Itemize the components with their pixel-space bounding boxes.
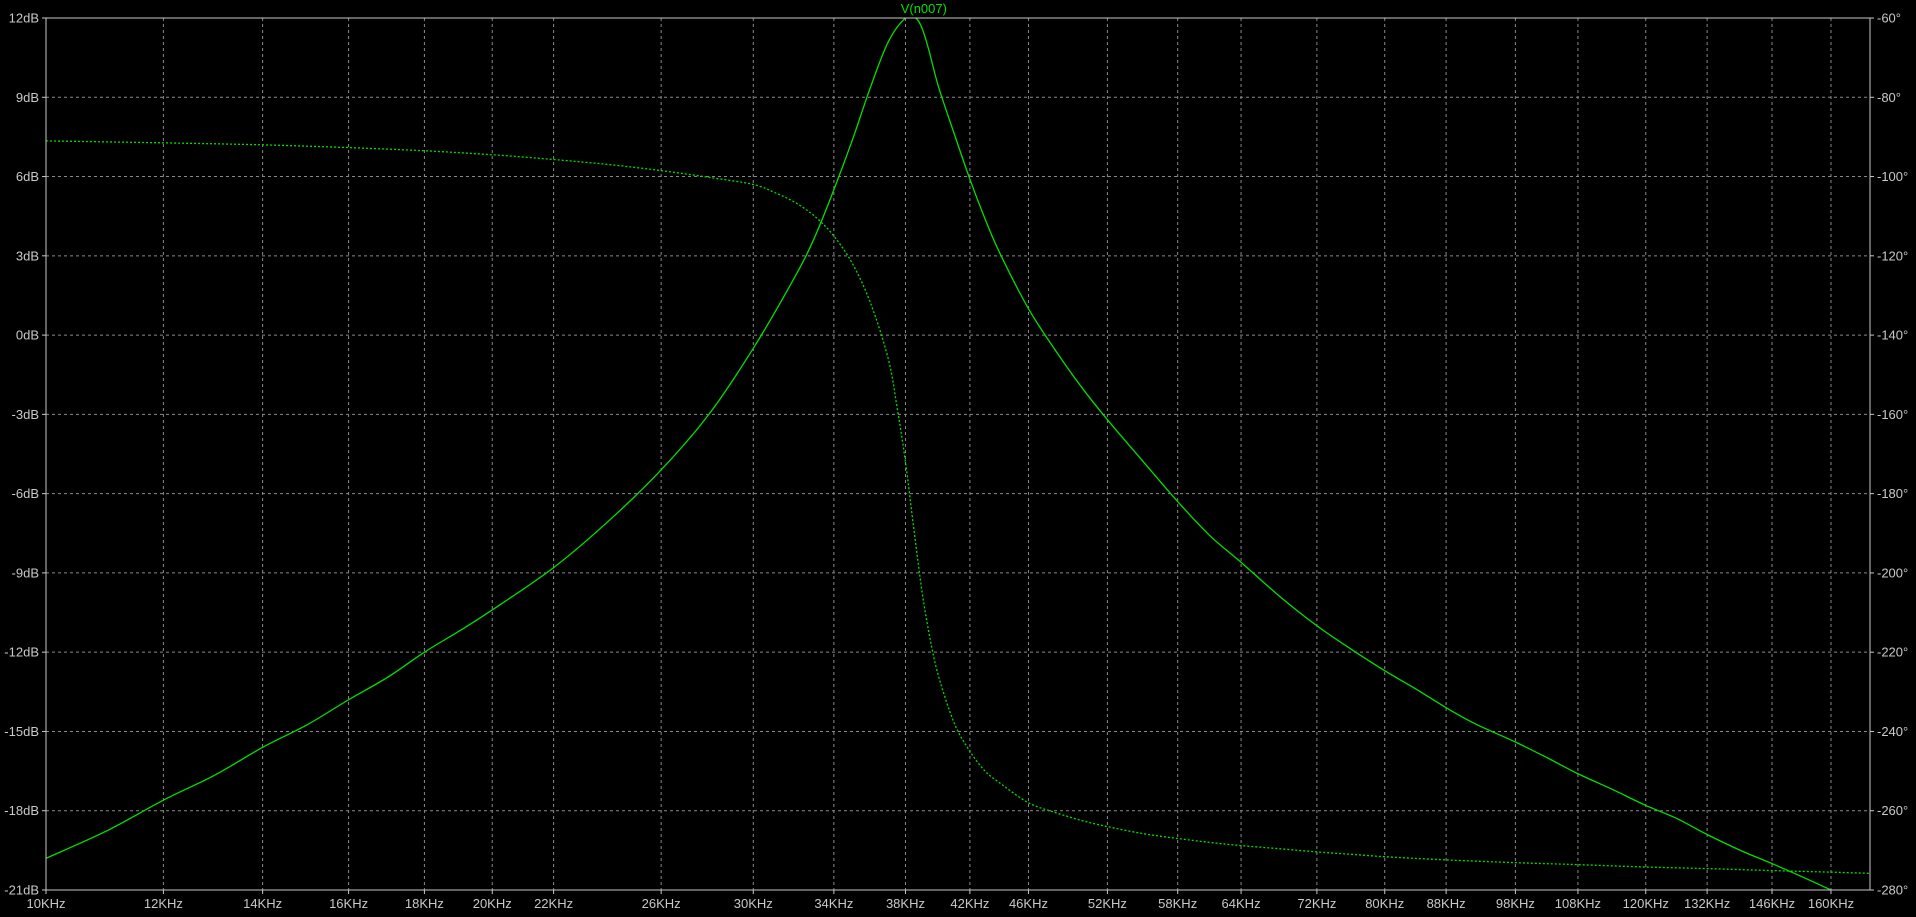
x-tick-label: 10KHz <box>26 896 65 911</box>
left-tick-label: -15dB <box>4 724 39 739</box>
x-tick-label: 80KHz <box>1365 896 1404 911</box>
x-tick-label: 22KHz <box>534 896 573 911</box>
grid <box>46 18 1870 890</box>
left-axis-ticks: 12dB 9dB 6dB 3dB 0dB -3dB -6dB -9dB -12dB -15dB -1… <box>4 11 46 898</box>
right-tick-label: -200° <box>1877 565 1908 580</box>
x-tick-label: 52KHz <box>1088 896 1127 911</box>
x-tick-label: 72KHz <box>1297 896 1336 911</box>
left-tick-label: 9dB <box>16 90 39 105</box>
x-tick-label: 58KHz <box>1158 896 1197 911</box>
magnitude-trace <box>46 18 1833 890</box>
traces <box>46 18 1870 890</box>
x-tick-label: 146KHz <box>1749 896 1795 911</box>
plot-frame <box>45 17 1871 891</box>
x-tick-label: 34KHz <box>814 896 853 911</box>
right-tick-label: -100° <box>1877 169 1908 184</box>
right-tick-label: -160° <box>1877 407 1908 422</box>
x-tick-label: 42KHz <box>950 896 989 911</box>
x-tick-label: 16KHz <box>329 896 368 911</box>
x-tick-label: 64KHz <box>1222 896 1261 911</box>
right-tick-label: -260° <box>1877 803 1908 818</box>
left-tick-label: -9dB <box>12 565 39 580</box>
left-tick-label: -12dB <box>4 645 39 660</box>
x-tick-label: 120KHz <box>1623 896 1669 911</box>
left-tick-label: 12dB <box>9 11 39 26</box>
right-tick-label: -60° <box>1877 11 1901 26</box>
x-tick-label: 20KHz <box>473 896 512 911</box>
left-tick-label: -3dB <box>12 407 39 422</box>
x-tick-label: 108KHz <box>1555 896 1601 911</box>
x-axis-ticks: 10KHz 12KHz 14KHz 16KHz 18KHz 20KHz 22KHz 26KHz… <box>26 890 1854 911</box>
right-tick-label: -240° <box>1877 724 1908 739</box>
plot-window: 10KHz 12KHz 14KHz 16KHz 18KHz 20KHz 22KHz 26KHz… <box>0 0 1916 917</box>
bode-plot: 10KHz 12KHz 14KHz 16KHz 18KHz 20KHz 22KHz 26KHz… <box>4 1 1908 911</box>
right-tick-label: -220° <box>1877 645 1908 660</box>
x-tick-label: 98KHz <box>1496 896 1535 911</box>
plot-border <box>45 17 1871 891</box>
chart-title[interactable]: V(n007) <box>901 1 947 16</box>
x-tick-label: 18KHz <box>405 896 444 911</box>
right-tick-label: -180° <box>1877 486 1908 501</box>
left-tick-label: 3dB <box>16 248 39 263</box>
right-tick-label: -280° <box>1877 883 1908 898</box>
x-tick-label: 88KHz <box>1427 896 1466 911</box>
left-tick-label: -6dB <box>12 486 39 501</box>
right-tick-label: -80° <box>1877 90 1901 105</box>
x-tick-label: 14KHz <box>243 896 282 911</box>
left-tick-label: -21dB <box>4 883 39 898</box>
x-tick-label: 38KHz <box>886 896 925 911</box>
right-tick-label: -120° <box>1877 248 1908 263</box>
phase-trace <box>46 140 1870 874</box>
left-tick-label: 6dB <box>16 169 39 184</box>
left-tick-label: 0dB <box>16 328 39 343</box>
x-tick-label: 132KHz <box>1684 896 1730 911</box>
x-tick-label: 46KHz <box>1009 896 1048 911</box>
left-tick-label: -18dB <box>4 803 39 818</box>
x-tick-label: 30KHz <box>734 896 773 911</box>
x-tick-label: 160KHz <box>1808 896 1854 911</box>
right-axis-ticks: -60° -80° -100° -120° -140° -160° -180° -200° -2… <box>1870 11 1908 898</box>
x-tick-label: 26KHz <box>642 896 681 911</box>
right-tick-label: -140° <box>1877 328 1908 343</box>
x-tick-label: 12KHz <box>144 896 183 911</box>
